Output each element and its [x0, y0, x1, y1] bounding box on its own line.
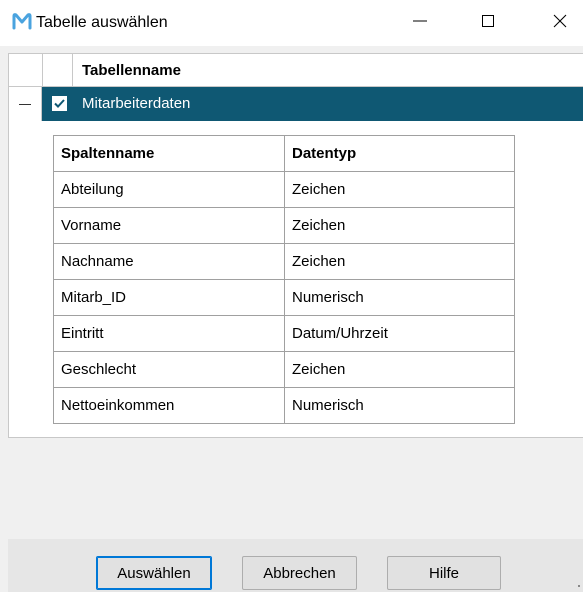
data-type-cell: Datum/Uhrzeit	[284, 315, 515, 352]
table-name-label: Mitarbeiterdaten	[82, 95, 191, 112]
data-type-cell: Numerisch	[284, 387, 515, 424]
header-expand-column	[9, 54, 43, 86]
table-checkbox[interactable]	[52, 96, 67, 111]
dialog-window: Tabelle auswählen Tabellenname Mitarbeit…	[0, 0, 583, 592]
close-button[interactable]	[538, 0, 582, 46]
maximize-icon	[480, 13, 496, 33]
window-title: Tabelle auswählen	[36, 14, 168, 31]
header-check-column	[42, 54, 73, 86]
data-type-cell: Numerisch	[284, 279, 515, 316]
table-row: Abteilung Zeichen	[53, 171, 515, 208]
cancel-button[interactable]: Abbrechen	[242, 556, 357, 590]
minimize-button[interactable]	[398, 0, 442, 46]
header-column-name: Spaltenname	[53, 135, 285, 172]
table-list-panel: Tabellenname Mitarbeiterdaten Spaltennam…	[8, 53, 583, 438]
help-button[interactable]: Hilfe	[387, 556, 501, 590]
data-type-cell: Zeichen	[284, 351, 515, 388]
table-row: Vorname Zeichen	[53, 207, 515, 244]
column-name-cell: Vorname	[53, 207, 285, 244]
resize-grip[interactable]	[578, 585, 580, 587]
select-button[interactable]: Auswählen	[96, 556, 212, 590]
columns-table-header: Spaltenname Datentyp	[53, 135, 515, 172]
table-row: Eintritt Datum/Uhrzeit	[53, 315, 515, 352]
minimize-icon	[412, 13, 428, 33]
column-name-cell: Nachname	[53, 243, 285, 280]
data-type-cell: Zeichen	[284, 243, 515, 280]
m-logo-icon	[12, 11, 32, 31]
table-list-header: Tabellenname	[9, 54, 583, 87]
table-row: Mitarb_ID Numerisch	[53, 279, 515, 316]
checkmark-icon	[54, 99, 65, 108]
table-row: Geschlecht Zeichen	[53, 351, 515, 388]
column-name-cell: Nettoeinkommen	[53, 387, 285, 424]
data-type-cell: Zeichen	[284, 171, 515, 208]
column-name-cell: Eintritt	[53, 315, 285, 352]
table-row-selected[interactable]: Mitarbeiterdaten	[9, 87, 583, 121]
column-header-tablename[interactable]: Tabellenname	[82, 62, 181, 79]
table-row: Nettoeinkommen Numerisch	[53, 387, 515, 424]
close-icon	[552, 13, 568, 33]
maximize-button[interactable]	[466, 0, 510, 46]
title-bar[interactable]: Tabelle auswählen	[0, 0, 583, 46]
header-data-type: Datentyp	[284, 135, 515, 172]
column-name-cell: Mitarb_ID	[53, 279, 285, 316]
columns-table: Spaltenname Datentyp Abteilung Zeichen V…	[53, 135, 515, 424]
collapse-toggle[interactable]	[9, 87, 42, 121]
column-name-cell: Geschlecht	[53, 351, 285, 388]
column-name-cell: Abteilung	[53, 171, 285, 208]
collapse-icon	[19, 103, 31, 105]
data-type-cell: Zeichen	[284, 207, 515, 244]
table-row: Nachname Zeichen	[53, 243, 515, 280]
